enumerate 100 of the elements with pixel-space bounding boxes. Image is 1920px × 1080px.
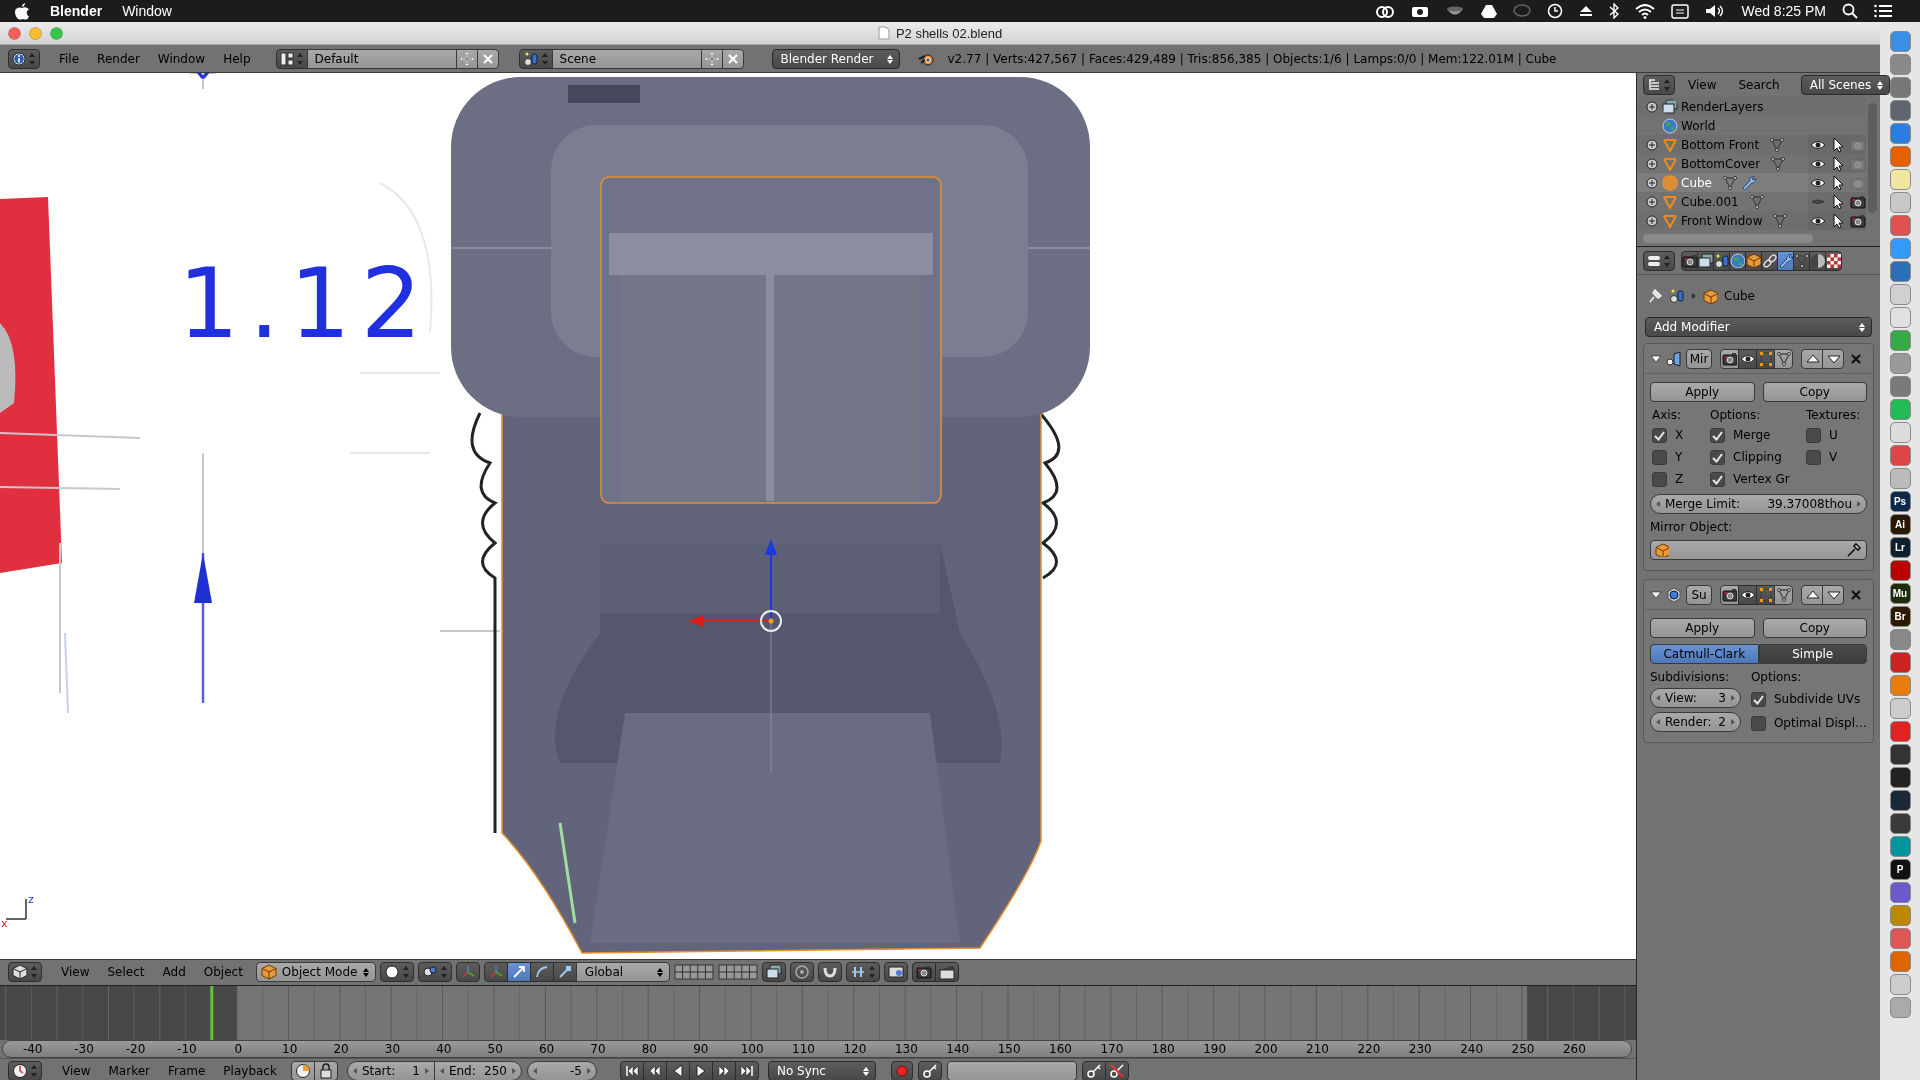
menu-item[interactable]: Select	[98, 965, 154, 979]
outliner-row[interactable]: Front Window	[1637, 211, 1866, 230]
frame-number: 60	[537, 1042, 556, 1056]
frame-number: 150	[996, 1042, 1022, 1056]
object-name: RenderLayers	[1681, 99, 1764, 114]
menu-item[interactable]: Help	[214, 51, 260, 66]
frame-number: -40	[21, 1042, 44, 1056]
menu-item[interactable]: Frame	[158, 1063, 215, 1078]
frame-number: 160	[1048, 1042, 1073, 1056]
outliner-row[interactable]: BottomCover	[1637, 154, 1866, 173]
mode-dropdown[interactable]: Object Mode	[255, 962, 376, 982]
menu-item[interactable]: View	[52, 965, 99, 979]
modifier-name-field[interactable]: Mir	[1686, 348, 1712, 369]
frame-number: 260	[1561, 1042, 1587, 1056]
outliner-row[interactable]: RenderLayers	[1637, 97, 1866, 116]
checkbox-label: Merge	[1733, 428, 1771, 442]
frame-number: -20	[124, 1042, 147, 1056]
frame-number: 170	[1099, 1042, 1125, 1056]
frame-number: 100	[739, 1042, 765, 1056]
frame-number: 190	[1202, 1042, 1228, 1056]
object-name: Cube	[1681, 175, 1712, 190]
window-title: P2 shells 02.blend	[895, 25, 1003, 41]
app-icon[interactable]: P	[1889, 859, 1911, 880]
column-label: Options:	[1710, 408, 1762, 422]
menu-item[interactable]: View	[53, 1063, 100, 1078]
menu-item[interactable]: File	[50, 51, 89, 66]
column-label: Textures:	[1806, 408, 1862, 422]
end-frame-field[interactable]: End: 250	[433, 1060, 522, 1080]
menu-item[interactable]: Render	[88, 51, 149, 66]
menu-item[interactable]: Search	[1729, 78, 1789, 92]
current-frame-field[interactable]: -5	[526, 1060, 597, 1080]
outliner-row[interactable]: Cube	[1637, 173, 1866, 192]
add-modifier-dropdown[interactable]: Add Modifier	[1645, 317, 1872, 337]
menu-item[interactable]: View	[1679, 78, 1726, 92]
outliner-row[interactable]: World	[1637, 116, 1866, 135]
frame-number: 230	[1407, 1042, 1433, 1056]
frame-number: 50	[486, 1042, 504, 1056]
scene-field[interactable]: Scene	[551, 48, 702, 69]
checkbox-label: Optimal Displ…	[1773, 716, 1867, 730]
object-name: Bottom Front	[1681, 137, 1760, 152]
merge-limit-field[interactable]: Merge Limit: 39.37008thou	[1650, 494, 1867, 514]
checkbox-label: V	[1829, 450, 1838, 464]
clock: Wed 8:25 PM	[1741, 3, 1826, 19]
checkbox-label: Clipping	[1733, 450, 1782, 464]
app-icon[interactable]: Ps	[1889, 491, 1911, 512]
level-field[interactable]: Render: 2	[1650, 712, 1741, 732]
frame-ruler[interactable]: -40 -30 -20 -10 0 10 20 30 40 50 60 70 80 90 100 110 120 130 140 150 160 170 180 190 200 210 220 230 240 250 260	[2, 1040, 1632, 1058]
level-field[interactable]: View: 3	[1650, 688, 1741, 708]
sync-dropdown[interactable]: No Sync	[767, 1060, 876, 1080]
app-icon[interactable]: Lr	[1889, 537, 1911, 558]
menu-item[interactable]: Object	[194, 965, 252, 979]
frame-number: 10	[281, 1042, 299, 1056]
start-frame-field[interactable]: Start: 1	[346, 1060, 435, 1080]
checkbox-label: Vertex Gr	[1733, 472, 1790, 486]
algorithm-tab[interactable]: Catmull-Clark	[1650, 644, 1759, 664]
menu-item[interactable]: Window	[122, 3, 172, 19]
frame-number: 180	[1150, 1042, 1176, 1056]
frame-number: 30	[383, 1042, 402, 1056]
render-engine-dropdown[interactable]: Blender Render	[771, 48, 900, 69]
checkbox-label: Subdivide UVs	[1773, 692, 1861, 706]
scene-statistics: v2.77 | Verts:427,567 | Faces:429,489 | Tris:856,385 | Objects:1/6 | Lamps:0/0 | Mem:122.01M | Cube	[947, 51, 1557, 66]
column-label: Options:	[1750, 670, 1803, 684]
frame-number: 140	[945, 1042, 971, 1056]
frame-number: 110	[791, 1042, 816, 1056]
frame-number: 200	[1253, 1042, 1279, 1056]
copy-button[interactable]: Copy	[1762, 618, 1867, 638]
app-name[interactable]: Blender	[50, 3, 103, 19]
menu-item[interactable]: Marker	[99, 1063, 159, 1078]
apply-button[interactable]: Apply	[1650, 618, 1755, 638]
modifier-name-field[interactable]: Su	[1686, 584, 1712, 605]
frame-number: 130	[893, 1042, 919, 1056]
checkbox-label: Y	[1675, 450, 1683, 464]
algorithm-tab[interactable]: Simple	[1758, 644, 1867, 664]
frame-number: -30	[73, 1042, 95, 1056]
outliner-row[interactable]: Cube.001	[1637, 192, 1866, 211]
menu-item[interactable]: Playback	[214, 1063, 286, 1078]
frame-number: 210	[1305, 1042, 1330, 1056]
context-label: Cube	[1724, 289, 1755, 303]
orientation-dropdown[interactable]: Global	[575, 962, 670, 982]
menu-item[interactable]: Add	[153, 965, 195, 979]
frame-number: 90	[692, 1042, 710, 1056]
menu-item[interactable]: Window	[148, 51, 215, 66]
checkbox-label: X	[1675, 428, 1684, 442]
checkbox-label: U	[1829, 428, 1838, 442]
display-mode-dropdown[interactable]: All Scenes	[1800, 75, 1891, 95]
checkbox-label: Z	[1675, 472, 1684, 486]
object-name: Cube.001	[1681, 194, 1739, 209]
apply-button[interactable]: Apply	[1650, 382, 1755, 402]
app-icon[interactable]: Br	[1889, 606, 1911, 627]
app-icon[interactable]: Mu	[1889, 583, 1911, 604]
frame-number: 220	[1356, 1042, 1382, 1056]
layout-field[interactable]: Default	[306, 48, 457, 69]
axis-label: x	[1, 917, 8, 930]
app-icon[interactable]: Ai	[1889, 514, 1911, 535]
copy-button[interactable]: Copy	[1762, 382, 1867, 402]
frame-number: 40	[435, 1042, 453, 1056]
outliner-row[interactable]: Bottom Front	[1637, 135, 1866, 154]
frame-number: 120	[842, 1042, 868, 1056]
frame-number: 70	[589, 1042, 607, 1056]
field-label: Mirror Object:	[1650, 520, 1734, 534]
